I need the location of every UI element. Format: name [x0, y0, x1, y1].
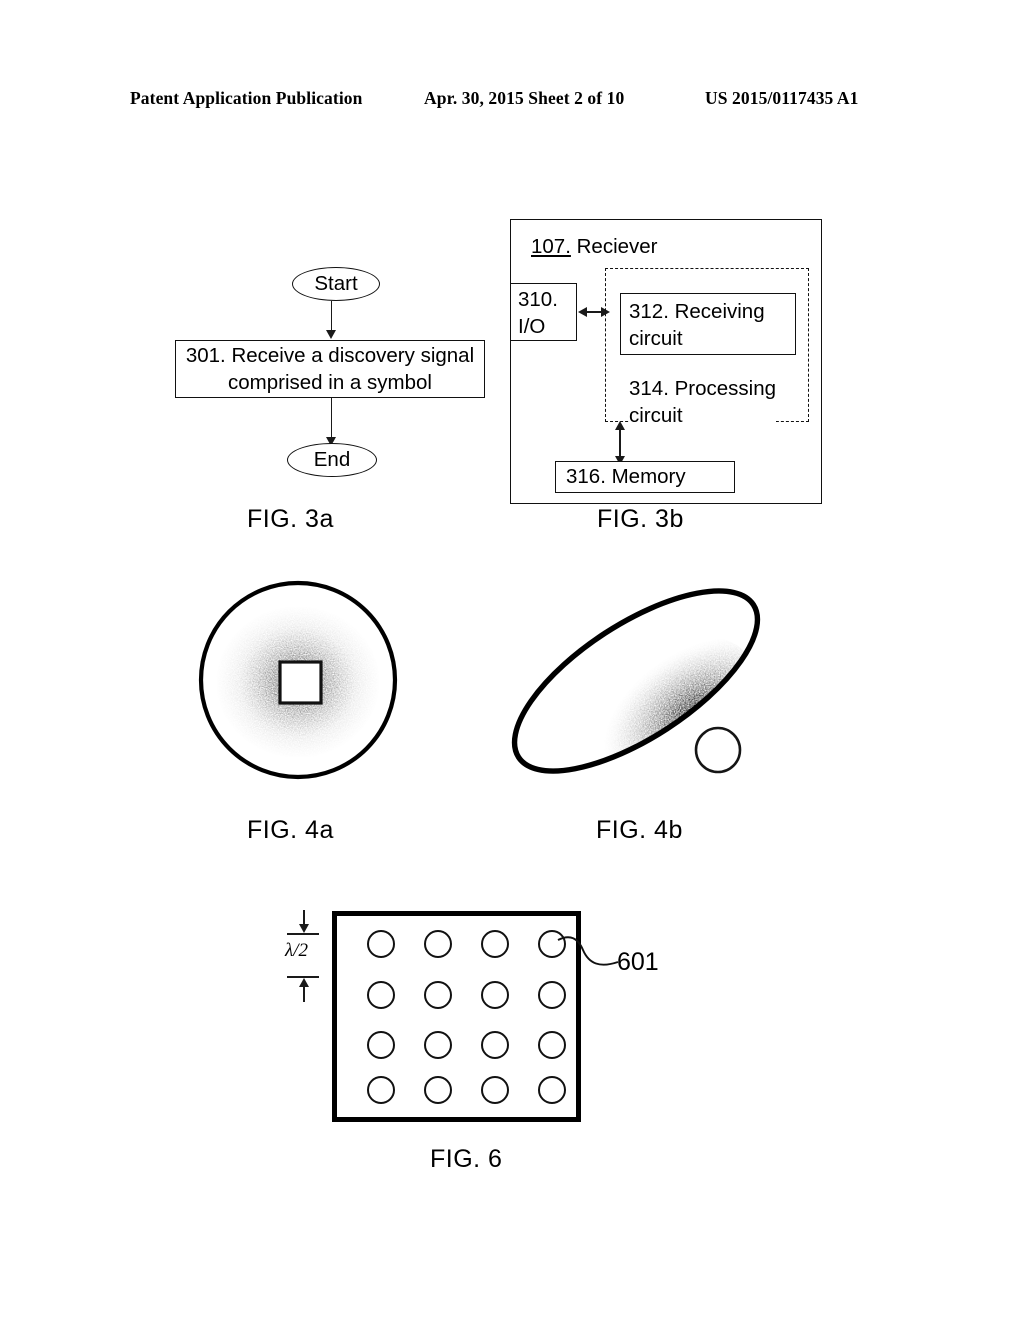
receiver-title: 107. Reciever: [531, 234, 658, 261]
processing-circuit-label: 314. Processing circuit: [629, 376, 777, 430]
io-block-label: 310. I/O: [518, 288, 558, 338]
array-element: [538, 1031, 566, 1059]
figure-3b-caption: FIG. 3b: [597, 505, 684, 533]
node-circle: [694, 726, 742, 774]
array-element: [481, 930, 509, 958]
array-element: [424, 1031, 452, 1059]
reference-601-label: 601: [617, 948, 659, 976]
figure-4b-graphic: [511, 588, 761, 784]
patent-drawing-sheet: Patent Application Publication Apr. 30, …: [0, 0, 1024, 1320]
array-element: [424, 1076, 452, 1104]
array-element: [538, 1076, 566, 1104]
figure-3b: 107. Reciever 310. I/O 312. Receiving circ…: [0, 0, 1024, 540]
element-spacing-label: λ/2: [285, 940, 309, 961]
figure-6-caption: FIG. 6: [430, 1145, 503, 1173]
memory-connector-arrowhead-up: [614, 421, 625, 430]
center-node-square: [278, 660, 323, 705]
io-connector-arrowhead-left: [578, 307, 587, 317]
array-element: [424, 981, 452, 1009]
array-element: [481, 1031, 509, 1059]
dimension-upper-arrowhead: [298, 924, 309, 933]
memory-block-label: 316. Memory: [566, 465, 686, 488]
figure-4a-caption: FIG. 4a: [247, 816, 334, 844]
figure-4a-graphic: [198, 580, 398, 780]
array-element: [481, 1076, 509, 1104]
array-element: [367, 1031, 395, 1059]
figure-4b-caption: FIG. 4b: [596, 816, 683, 844]
receiver-reference-number: 107.: [531, 235, 571, 258]
array-element: [538, 981, 566, 1009]
array-element: [424, 930, 452, 958]
figure-4a: FIG. 4a: [190, 558, 420, 858]
figure-6: λ/2 601 FIG. 6: [0, 880, 1024, 1180]
array-element: [367, 930, 395, 958]
figure-4b: FIG. 4b: [478, 548, 798, 858]
dimension-lower-stem: [303, 985, 305, 1002]
array-element: [367, 1076, 395, 1104]
array-element: [481, 981, 509, 1009]
receiver-name: Reciever: [576, 235, 658, 258]
receiving-circuit-label: 312. Receiving circuit: [629, 300, 765, 350]
array-element: [367, 981, 395, 1009]
directional-beam-cloud: [577, 636, 755, 784]
dimension-upper-tick: [287, 933, 319, 935]
